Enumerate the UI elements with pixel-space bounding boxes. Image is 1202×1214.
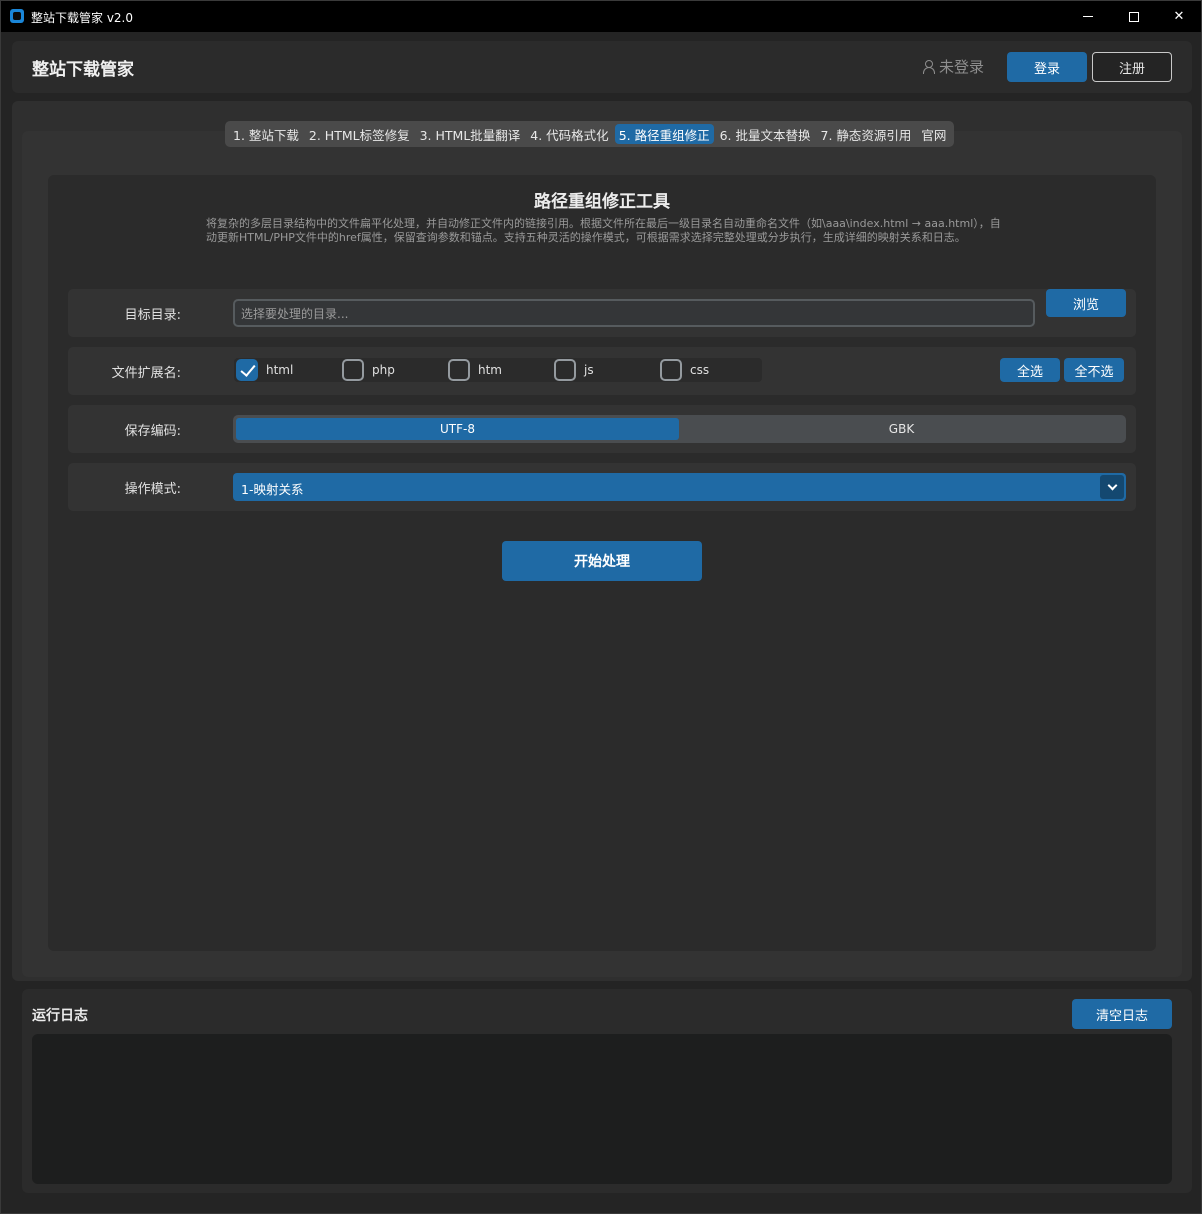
checkbox-unchecked-icon — [660, 359, 682, 381]
checkbox-css[interactable]: css — [660, 358, 709, 382]
encoding-option-utf8[interactable]: UTF-8 — [236, 418, 679, 440]
close-icon: ✕ — [1173, 9, 1185, 24]
mode-selected-value: 1-映射关系 — [241, 482, 304, 497]
checkbox-unchecked-icon — [342, 359, 364, 381]
panel-description: 将复杂的多层目录结构中的文件扁平化处理，并自动修正文件内的链接引用。根据文件所在… — [206, 217, 1001, 244]
select-none-button[interactable]: 全不选 — [1064, 358, 1124, 382]
browse-button[interactable]: 浏览 — [1046, 289, 1126, 317]
checkbox-html-label: html — [266, 363, 294, 377]
target-dir-label: 目标目录: — [124, 308, 181, 323]
register-button[interactable]: 注册 — [1092, 52, 1172, 82]
encoding-row: 保存编码: UTF-8 GBK — [68, 405, 1136, 453]
tab-text-replace[interactable]: 6. 批量文本替换 — [716, 124, 815, 144]
tab-bar: 1. 整站下载 2. HTML标签修复 3. HTML批量翻译 4. 代码格式化… — [225, 121, 955, 147]
tab-site-download[interactable]: 1. 整站下载 — [229, 124, 303, 144]
tab-official-site[interactable]: 官网 — [917, 124, 950, 144]
tab-code-format[interactable]: 4. 代码格式化 — [526, 124, 612, 144]
log-section: 运行日志 清空日志 — [22, 989, 1192, 1193]
maximize-icon — [1129, 11, 1139, 22]
checkbox-unchecked-icon — [448, 359, 470, 381]
user-status: 未登录 — [922, 56, 984, 77]
mode-dropdown[interactable]: 1-映射关系 — [233, 473, 1126, 501]
checkbox-html[interactable]: html — [236, 358, 293, 382]
brand-title: 整站下载管家 — [32, 60, 134, 80]
checkbox-htm[interactable]: htm — [448, 358, 502, 382]
extension-checkbox-group: html php htm js css — [234, 358, 762, 382]
tab-path-restructure[interactable]: 5. 路径重组修正 — [614, 124, 714, 144]
checkbox-unchecked-icon — [554, 359, 576, 381]
encoding-segmented-control: UTF-8 GBK — [233, 415, 1126, 443]
login-button[interactable]: 登录 — [1007, 52, 1087, 82]
checkbox-checked-icon — [236, 359, 258, 381]
encoding-option-gbk[interactable]: GBK — [680, 418, 1123, 440]
log-textarea[interactable] — [32, 1034, 1172, 1184]
extensions-row: 文件扩展名: html php htm js css 全选 全不选 — [68, 347, 1136, 395]
checkbox-css-label: css — [690, 363, 710, 377]
tab-static-resources[interactable]: 7. 静态资源引用 — [817, 124, 916, 144]
target-dir-row: 目标目录: 选择要处理的目录... 浏览 — [68, 289, 1136, 337]
start-button[interactable]: 开始处理 — [502, 541, 702, 581]
user-icon — [922, 60, 935, 74]
maximize-button[interactable] — [1111, 1, 1157, 32]
tab-html-tag-fix[interactable]: 2. HTML标签修复 — [305, 124, 414, 144]
title-bar[interactable]: 整站下载管家 v2.0 ✕ — [1, 1, 1201, 32]
minimize-button[interactable] — [1065, 1, 1111, 32]
checkbox-php-label: php — [372, 363, 395, 377]
tab-html-translate[interactable]: 3. HTML批量翻译 — [416, 124, 525, 144]
app-header: 整站下载管家 未登录 登录 注册 — [12, 41, 1192, 93]
app-icon — [10, 9, 24, 23]
checkbox-js[interactable]: js — [554, 358, 594, 382]
chevron-down-icon[interactable] — [1100, 475, 1124, 499]
minimize-icon — [1083, 16, 1093, 17]
mode-row: 操作模式: 1-映射关系 — [68, 463, 1136, 511]
extensions-label: 文件扩展名: — [111, 366, 181, 381]
log-title: 运行日志 — [32, 1008, 88, 1024]
panel-title: 路径重组修正工具 — [534, 192, 670, 212]
target-dir-input[interactable]: 选择要处理的目录... — [233, 299, 1035, 327]
path-tool-panel: 路径重组修正工具 将复杂的多层目录结构中的文件扁平化处理，并自动修正文件内的链接… — [48, 175, 1156, 951]
user-status-text: 未登录 — [939, 58, 985, 76]
checkbox-php[interactable]: php — [342, 358, 395, 382]
select-all-button[interactable]: 全选 — [1000, 358, 1060, 382]
close-button[interactable]: ✕ — [1156, 1, 1202, 32]
window-title: 整站下载管家 v2.0 — [31, 11, 134, 25]
checkbox-htm-label: htm — [478, 363, 502, 377]
encoding-label: 保存编码: — [124, 424, 181, 439]
checkbox-js-label: js — [584, 363, 594, 377]
clear-log-button[interactable]: 清空日志 — [1072, 999, 1172, 1029]
mode-label: 操作模式: — [124, 482, 181, 497]
app-window: 整站下载管家 v2.0 ✕ 整站下载管家 未登录 登录 注册 1. 整站下载 2… — [0, 0, 1202, 1214]
